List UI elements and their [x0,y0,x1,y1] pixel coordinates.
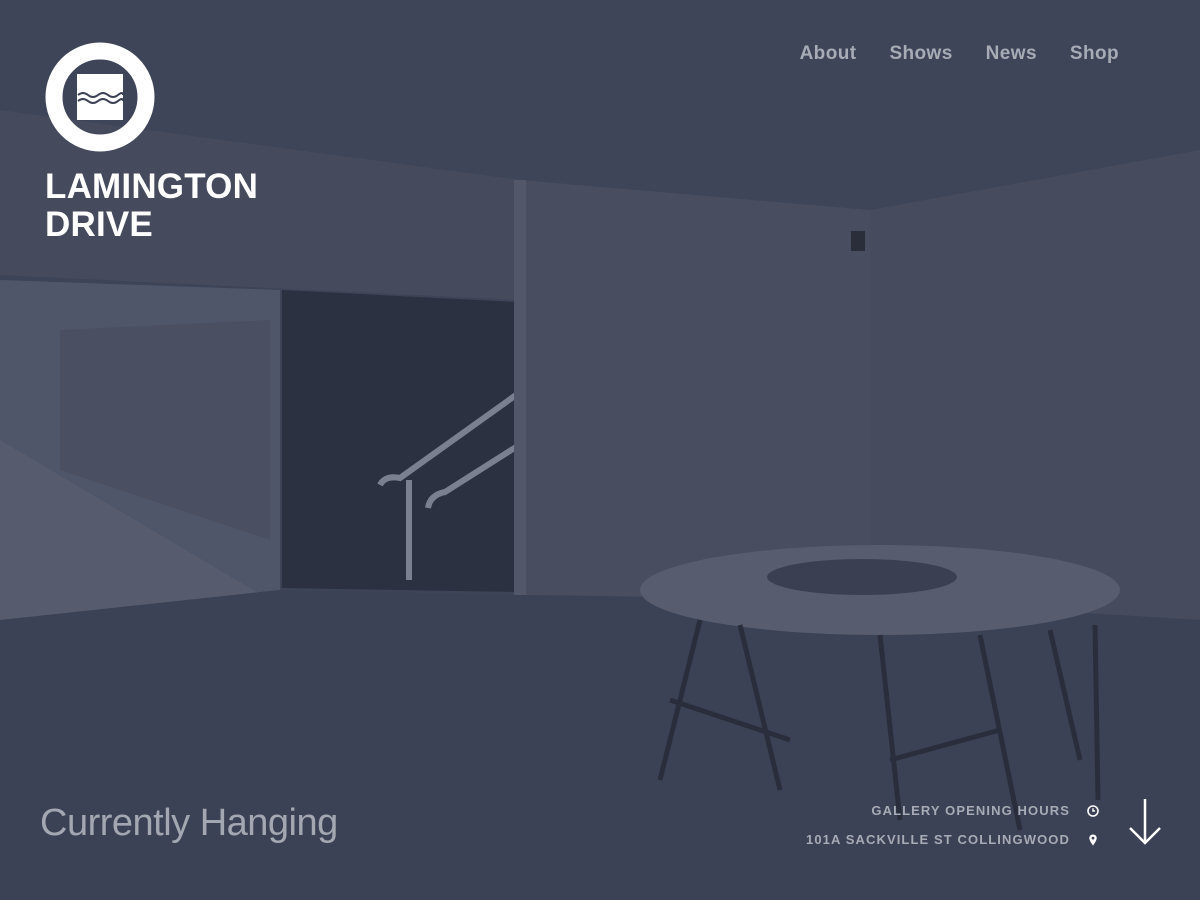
nav-link-shows[interactable]: Shows [889,43,952,65]
opening-hours-label: GALLERY OPENING HOURS [871,803,1070,818]
nav-link-news[interactable]: News [986,43,1037,65]
main-nav: About Shows News Shop [800,43,1119,65]
clock-icon [1087,804,1099,817]
gallery-info: GALLERY OPENING HOURS 101A SACKVILLE ST … [806,796,1100,854]
nav-link-shop[interactable]: Shop [1070,43,1119,65]
address-label: 101A SACKVILLE ST COLLINGWOOD [806,832,1070,847]
hero-headline: Currently Hanging [40,802,338,844]
logo-wordmark: LAMINGTON DRIVE [45,168,258,244]
opening-hours-link[interactable]: GALLERY OPENING HOURS [806,796,1100,825]
logo-line-1: LAMINGTON [45,167,259,206]
map-pin-icon [1089,834,1097,845]
site-logo[interactable]: LAMINGTON DRIVE [45,42,258,244]
arrow-down-icon[interactable] [1127,797,1163,847]
nav-link-about[interactable]: About [800,43,857,65]
logo-line-2: DRIVE [45,205,153,244]
address-link[interactable]: 101A SACKVILLE ST COLLINGWOOD [806,825,1100,854]
logo-mark-icon [45,42,155,152]
